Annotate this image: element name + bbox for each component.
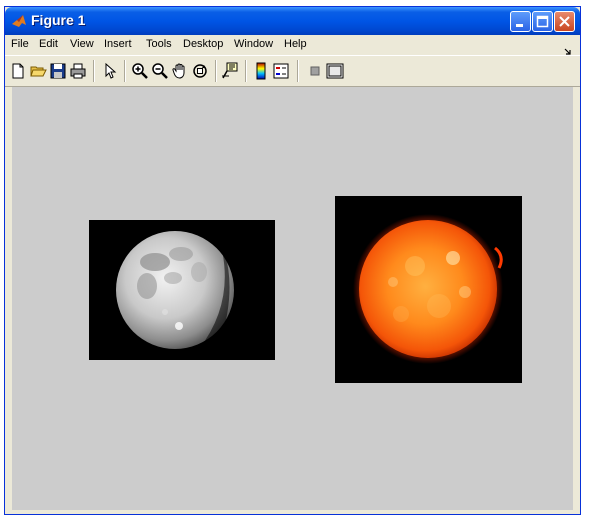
- toolbar-separator: [215, 60, 217, 82]
- figure-window: Figure 1 File Edit View Insert Tools Des…: [4, 6, 581, 515]
- menu-help[interactable]: Help: [284, 38, 307, 50]
- menu-edit[interactable]: Edit: [39, 38, 58, 50]
- maximize-button[interactable]: [532, 11, 553, 32]
- print-icon[interactable]: [69, 62, 87, 80]
- zoom-in-icon[interactable]: [131, 62, 149, 80]
- toolbar-separator: [297, 60, 299, 82]
- menu-insert[interactable]: Insert: [104, 38, 132, 50]
- pan-hand-icon[interactable]: [171, 62, 189, 80]
- menu-tools[interactable]: Tools: [146, 38, 172, 50]
- minimize-button[interactable]: [510, 11, 531, 32]
- menu-desktop[interactable]: Desktop: [183, 38, 223, 50]
- window-title: Figure 1: [31, 12, 86, 28]
- toolbar-separator: [245, 60, 247, 82]
- sun-image: [335, 196, 522, 383]
- close-button[interactable]: [554, 11, 575, 32]
- hide-plot-tools-icon[interactable]: [306, 62, 324, 80]
- menu-view[interactable]: View: [70, 38, 94, 50]
- menu-window[interactable]: Window: [234, 38, 273, 50]
- show-plot-tools-icon[interactable]: [326, 62, 344, 80]
- save-icon[interactable]: [49, 62, 67, 80]
- open-file-icon[interactable]: [29, 62, 47, 80]
- menu-file[interactable]: File: [11, 38, 29, 50]
- menu-bar: File Edit View Insert Tools Desktop Wind…: [5, 35, 580, 55]
- rotate-3d-icon[interactable]: [191, 62, 209, 80]
- toolbar-separator: [93, 60, 95, 82]
- figure-toolbar: [5, 55, 580, 87]
- matlab-logo-icon: [11, 13, 27, 29]
- zoom-out-icon[interactable]: [151, 62, 169, 80]
- insert-legend-icon[interactable]: [272, 62, 290, 80]
- close-icon: [559, 16, 570, 27]
- insert-colorbar-icon[interactable]: [252, 62, 270, 80]
- maximize-icon: [536, 15, 549, 28]
- dock-figure-icon[interactable]: [564, 41, 572, 55]
- axes-moon-image[interactable]: [89, 220, 275, 360]
- minimize-icon: [516, 24, 523, 27]
- axes-sun-image[interactable]: [335, 196, 522, 383]
- edit-plot-arrow-icon[interactable]: [101, 62, 119, 80]
- new-figure-icon[interactable]: [9, 62, 27, 80]
- data-cursor-icon[interactable]: [221, 62, 239, 80]
- toolbar-separator: [124, 60, 126, 82]
- figure-canvas[interactable]: [12, 87, 573, 510]
- moon-image: [89, 220, 275, 360]
- title-bar[interactable]: Figure 1: [5, 7, 580, 35]
